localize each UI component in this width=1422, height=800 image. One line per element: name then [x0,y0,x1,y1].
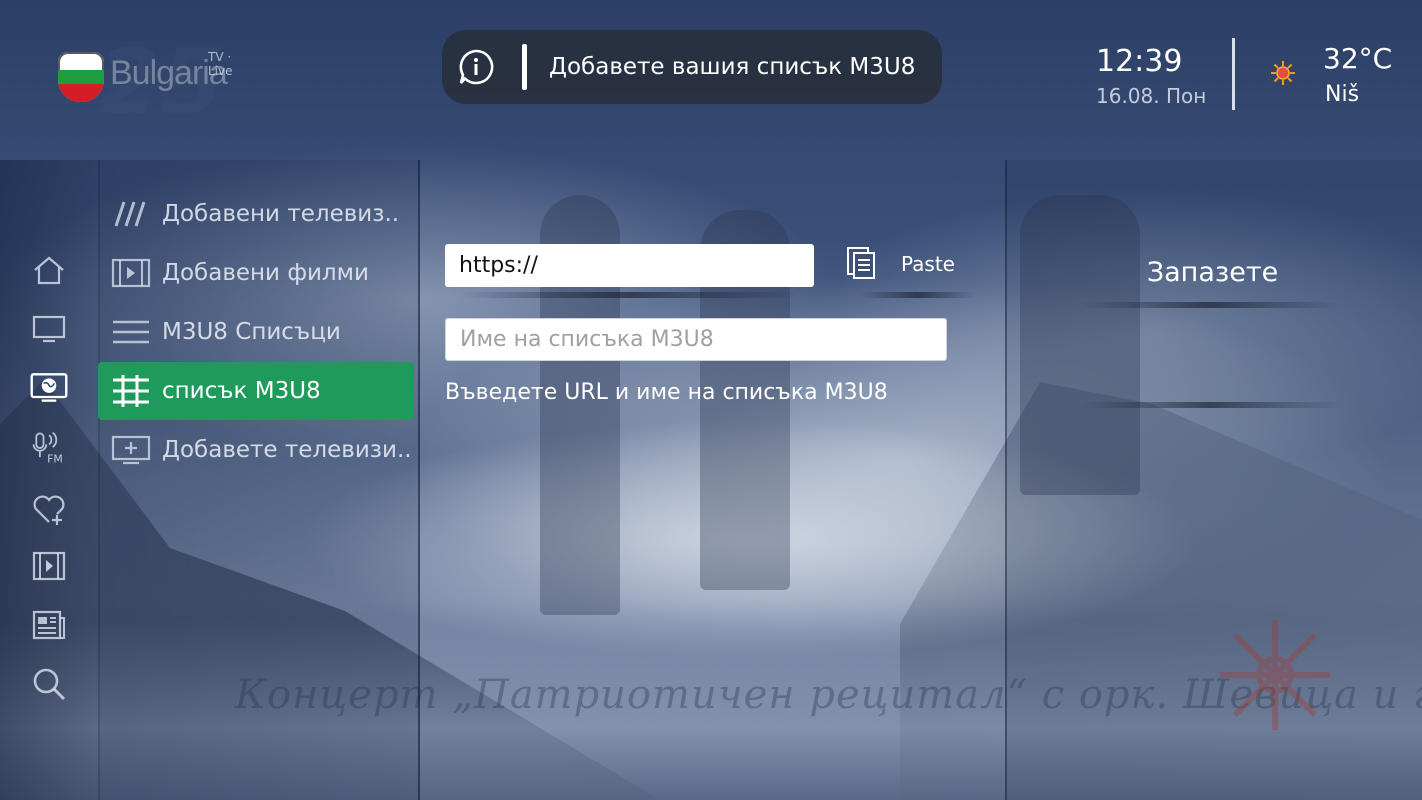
clock-time: 12:39 [1096,44,1183,79]
menu-item-added-tv[interactable]: Добавени телевиз.. [98,185,414,243]
news-icon [32,610,65,640]
menu-item-label: Добавете телевизи.. [162,437,412,463]
info-chat-icon [459,49,494,85]
save-button[interactable]: Запазете [1100,250,1325,294]
globe-tv-icon [30,373,68,402]
list-lines-icon [110,316,152,348]
url-input-shadow [460,292,800,298]
menu-item-add-tv[interactable]: Добавете телевизи.. [98,421,414,479]
menu-item-label: Добавени филми [162,260,369,286]
weather-temperature: 32°C [1323,42,1393,75]
svg-text:FM: FM [47,453,63,466]
menu-item-label: M3U8 Списъци [162,319,341,345]
menu-item-added-movies[interactable]: Добавени филми [98,244,414,302]
search-icon [33,668,66,701]
message-text: Добавете вашия списък M3U8 [549,54,916,80]
rail-movies-button[interactable] [26,546,72,586]
paste-shadow [860,292,975,298]
film-icon [110,257,152,289]
app-logo: 25 Bulgaria TV · Live [58,30,258,135]
rail-favorites-button[interactable] [26,488,72,528]
rail-tv-button[interactable] [26,308,72,348]
rail-home-button[interactable] [26,250,72,290]
message-bar: Добавете вашия списък M3U8 [442,30,942,104]
flag-shield-icon [58,52,104,102]
menu-item-m3u8-lists[interactable]: M3U8 Списъци [98,303,414,361]
menu-item-label: списък M3U8 [162,378,321,404]
weather-city: Niš [1325,82,1360,107]
radio-fm-icon: FM [32,431,63,466]
paste-icon[interactable] [846,246,876,280]
paste-button[interactable]: Paste [901,252,955,276]
rail-radio-button[interactable]: FM [26,428,72,468]
header-divider [1232,38,1235,110]
home-icon [34,256,64,285]
logo-superscript: TV · Live [208,50,233,78]
tv-add-icon [110,434,152,466]
rail-world-tv-button[interactable] [26,367,72,407]
movies-icon [32,551,66,581]
actions-divider-shadow [1080,402,1340,408]
slashes-icon [110,198,152,230]
tv-icon [32,315,66,343]
list-add-icon [110,375,152,407]
save-button-shadow [1080,302,1340,308]
message-separator [522,44,527,90]
url-input[interactable]: https:// [445,244,814,287]
list-name-input[interactable]: Име на списъка M3U8 [445,318,947,361]
menu-item-label: Добавени телевиз.. [162,201,400,227]
clock-date: 16.08. Пон [1096,84,1207,108]
favorites-add-icon [33,495,65,525]
sun-icon [1271,61,1295,85]
form-hint: Въведете URL и име на списъка M3U8 [445,380,888,405]
rail-news-button[interactable] [26,605,72,645]
menu-item-add-m3u8[interactable]: списък M3U8 [98,362,414,420]
rail-search-button[interactable] [26,664,72,704]
